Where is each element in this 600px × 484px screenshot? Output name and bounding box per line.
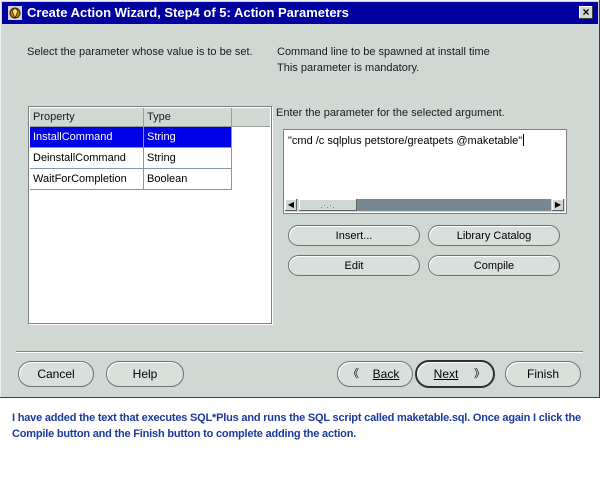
column-header-property[interactable]: Property — [30, 108, 144, 127]
column-header-type[interactable]: Type — [144, 108, 232, 127]
help-button[interactable]: Help — [106, 361, 184, 387]
edit-button[interactable]: Edit — [288, 255, 420, 276]
table-row[interactable]: DeinstallCommand String — [30, 148, 232, 169]
table-row[interactable]: WaitForCompletion Boolean — [30, 169, 232, 190]
scroll-right-icon[interactable]: ▶ — [552, 199, 564, 211]
left-instruction: Select the parameter whose value is to b… — [27, 46, 253, 58]
insert-button[interactable]: Insert... — [288, 225, 420, 246]
wizard-icon — [8, 6, 22, 20]
parameter-description-line2: This parameter is mandatory. — [277, 62, 420, 74]
value-prompt: Enter the parameter for the selected arg… — [276, 107, 505, 119]
close-icon[interactable]: × — [579, 6, 593, 19]
next-button[interactable]: Next 》 — [415, 360, 495, 388]
cell-property: InstallCommand — [30, 127, 144, 148]
column-header-filler — [232, 108, 270, 127]
title-bar: Create Action Wizard, Step4 of 5: Action… — [2, 2, 598, 24]
footer-separator — [16, 351, 583, 352]
cell-type: String — [144, 127, 232, 148]
cell-type: String — [144, 148, 232, 169]
parameter-value-field[interactable]: "cmd /c sqlplus petstore/greatpets @make… — [283, 129, 567, 214]
cancel-button[interactable]: Cancel — [18, 361, 94, 387]
grip-icon — [321, 205, 334, 208]
back-button-label: Back — [372, 367, 400, 381]
parameter-description-line1: Command line to be spawned at install ti… — [277, 46, 490, 58]
scroll-thumb[interactable] — [299, 199, 357, 211]
cell-property: WaitForCompletion — [30, 169, 144, 190]
table-header: Property Type — [30, 108, 270, 127]
table-row[interactable]: InstallCommand String — [30, 127, 232, 148]
finish-button[interactable]: Finish — [505, 361, 581, 387]
cell-property: DeinstallCommand — [30, 148, 144, 169]
window-title: Create Action Wizard, Step4 of 5: Action… — [27, 5, 349, 20]
next-arrow-icon: 》 — [474, 368, 485, 380]
cell-type: Boolean — [144, 169, 232, 190]
text-caret — [523, 134, 525, 146]
library-catalog-button[interactable]: Library Catalog — [428, 225, 560, 246]
parameter-value-text: "cmd /c sqlplus petstore/greatpets @make… — [288, 134, 525, 147]
wizard-dialog: Create Action Wizard, Step4 of 5: Action… — [0, 0, 600, 398]
parameter-table: Property Type InstallCommand String Dein… — [28, 106, 272, 324]
parameter-value: "cmd /c sqlplus petstore/greatpets @make… — [288, 135, 523, 147]
back-arrow-icon: 《 — [348, 368, 359, 380]
compile-button[interactable]: Compile — [428, 255, 560, 276]
scroll-track[interactable] — [357, 199, 551, 211]
scroll-left-icon[interactable]: ◀ — [285, 199, 297, 211]
tutorial-caption: I have added the text that executes SQL*… — [12, 412, 581, 440]
horizontal-scrollbar[interactable]: ◀ ▶ — [285, 199, 565, 212]
next-button-label: Next — [433, 367, 459, 381]
back-button[interactable]: 《 Back — [337, 361, 413, 387]
